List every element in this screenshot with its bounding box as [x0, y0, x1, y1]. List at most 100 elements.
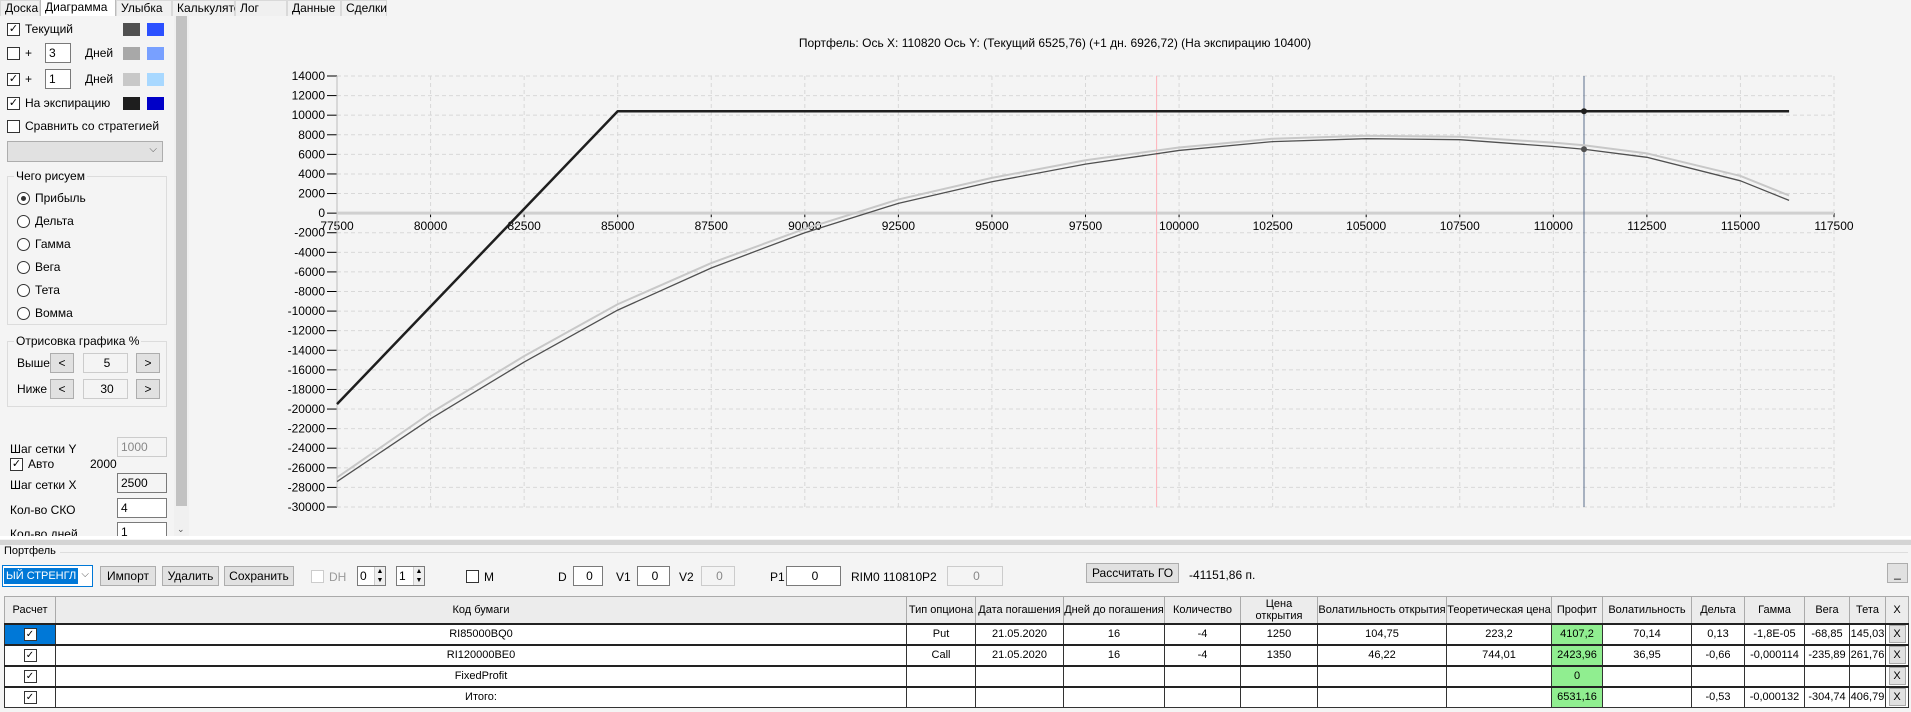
- tab-diagram[interactable]: Диаграмма: [40, 0, 116, 16]
- delete-button[interactable]: Удалить: [162, 566, 219, 586]
- column-header[interactable]: Тета: [1849, 596, 1886, 624]
- calc-cell[interactable]: ✓: [4, 685, 56, 708]
- column-header[interactable]: Волатильность: [1602, 596, 1692, 624]
- remove-row-button[interactable]: X: [1888, 646, 1906, 664]
- grid-y-input[interactable]: 1000: [117, 437, 167, 457]
- below-value[interactable]: 30: [83, 379, 128, 399]
- plus1-color-swatch-2[interactable]: [147, 73, 164, 86]
- calc-checkbox[interactable]: ✓: [23, 669, 37, 683]
- above-increase-button[interactable]: >: [136, 353, 160, 373]
- column-header[interactable]: Расчет: [4, 596, 56, 624]
- radio-1[interactable]: [17, 215, 30, 228]
- spinner-2-value: 1: [399, 569, 406, 583]
- x-tick-label: 100000: [1159, 219, 1199, 233]
- left-panel-scrollbar[interactable]: ⌄: [174, 16, 189, 536]
- radio-2[interactable]: [17, 238, 30, 251]
- d-input[interactable]: 0: [573, 566, 603, 586]
- spinner-1[interactable]: 0 ▲ ▼: [357, 566, 386, 586]
- above-decrease-button[interactable]: <: [50, 353, 74, 373]
- save-button[interactable]: Сохранить: [224, 566, 294, 586]
- calc-checkbox[interactable]: ✓: [23, 627, 37, 641]
- expiration-color-swatch[interactable]: [123, 97, 140, 110]
- above-value[interactable]: 5: [83, 353, 128, 373]
- minimize-button[interactable]: _: [1887, 563, 1908, 583]
- tab-data[interactable]: Данные: [287, 0, 341, 16]
- table-cell: RI85000BQ0: [55, 622, 907, 645]
- remove-cell[interactable]: X: [1885, 622, 1909, 645]
- splitter[interactable]: [0, 536, 1911, 539]
- calc-cell[interactable]: ✓: [4, 643, 56, 666]
- expiration-checkbox[interactable]: ✓: [7, 97, 20, 110]
- table-cell: [1446, 685, 1552, 708]
- dh-checkbox[interactable]: [311, 570, 324, 583]
- auto-checkbox[interactable]: ✓: [10, 458, 23, 471]
- plus1-color-swatch[interactable]: [123, 73, 140, 86]
- grid-x-input[interactable]: 2500: [117, 473, 167, 493]
- table-row[interactable]: ✓ Итого: 6531,16 -0,53 -0,000132 -304,74 406,7…: [4, 685, 1909, 708]
- strategy-select[interactable]: ЫЙ СТРЕНГЛ ⌵: [2, 565, 93, 587]
- v2-input[interactable]: 0: [701, 566, 735, 586]
- column-header[interactable]: Волатильность открытия: [1317, 596, 1447, 624]
- sko-input[interactable]: 4: [117, 498, 167, 518]
- m-checkbox[interactable]: [466, 570, 479, 583]
- current-color-swatch[interactable]: [123, 23, 140, 36]
- spinner-arrows-icon[interactable]: ▲ ▼: [413, 567, 424, 585]
- column-header[interactable]: X: [1885, 596, 1909, 624]
- splitter-bar[interactable]: [0, 540, 1911, 545]
- column-header[interactable]: Вега: [1804, 596, 1850, 624]
- expiration-color-swatch-2[interactable]: [147, 97, 164, 110]
- remove-cell[interactable]: X: [1885, 664, 1909, 687]
- remove-row-button[interactable]: X: [1888, 625, 1906, 643]
- p1-input[interactable]: 0: [786, 566, 841, 586]
- column-header[interactable]: Цена открытия: [1240, 596, 1318, 624]
- v1-input[interactable]: 0: [637, 566, 670, 586]
- table-row[interactable]: ✓ FixedProfit 0 X: [4, 664, 1909, 687]
- scroll-down-icon[interactable]: ⌄: [177, 524, 185, 535]
- column-header[interactable]: Дельта: [1691, 596, 1745, 624]
- radio-4[interactable]: [17, 284, 30, 297]
- column-header[interactable]: Дата погашения: [975, 596, 1064, 624]
- strategy-compare-dropdown[interactable]: ⌵: [7, 141, 163, 162]
- scrollbar-thumb[interactable]: [176, 16, 187, 506]
- plus1-days-input[interactable]: 1: [45, 69, 71, 89]
- remove-cell[interactable]: X: [1885, 643, 1909, 666]
- column-header[interactable]: Количество: [1164, 596, 1241, 624]
- calc-cell[interactable]: ✓: [4, 664, 56, 687]
- calc-checkbox[interactable]: ✓: [23, 690, 37, 704]
- below-increase-button[interactable]: >: [136, 379, 160, 399]
- current-checkbox[interactable]: ✓: [7, 23, 20, 36]
- current-color-swatch-2[interactable]: [147, 23, 164, 36]
- spinner-2[interactable]: 1 ▲ ▼: [396, 566, 425, 586]
- column-header[interactable]: Дней до погашения: [1063, 596, 1165, 624]
- remove-row-button[interactable]: X: [1888, 688, 1906, 707]
- column-header[interactable]: Гамма: [1744, 596, 1805, 624]
- radio-5[interactable]: [17, 307, 30, 320]
- column-header[interactable]: Тип опциона: [906, 596, 976, 624]
- column-header[interactable]: Код бумаги: [55, 596, 907, 624]
- tab-smile[interactable]: Улыбка: [116, 0, 172, 16]
- spinner-arrows-icon[interactable]: ▲ ▼: [374, 567, 385, 585]
- plus1-checkbox[interactable]: ✓: [7, 73, 20, 86]
- payoff-chart[interactable]: 77500 80000 82500 85000 87500 90000 92500 95000…: [190, 60, 1911, 530]
- import-button[interactable]: Импорт: [100, 566, 156, 586]
- below-decrease-button[interactable]: <: [50, 379, 74, 399]
- compare-checkbox[interactable]: [7, 120, 20, 133]
- remove-cell[interactable]: X: [1885, 685, 1909, 708]
- column-header[interactable]: Профит: [1551, 596, 1603, 624]
- tab-deals[interactable]: Сделки: [341, 0, 387, 16]
- radio-0[interactable]: [17, 192, 30, 205]
- radio-3[interactable]: [17, 261, 30, 274]
- tab-calculator[interactable]: Калькулятор: [172, 0, 247, 16]
- remove-row-button[interactable]: X: [1888, 667, 1906, 685]
- column-header[interactable]: Теоретическая цена: [1446, 596, 1552, 624]
- table-cell: 16: [1063, 622, 1165, 645]
- tab-board[interactable]: Доска: [0, 0, 40, 16]
- days-count-input[interactable]: 1: [117, 522, 167, 536]
- calc-cell[interactable]: ✓: [4, 622, 56, 645]
- calc-checkbox[interactable]: ✓: [23, 648, 37, 662]
- table-row[interactable]: ✓ RI85000BQ0 Put 21.05.2020 16 -4 1250 104,75 22…: [4, 622, 1909, 645]
- calculate-go-button[interactable]: Рассчитать ГО: [1086, 563, 1179, 583]
- table-row[interactable]: ✓ RI120000BE0 Call 21.05.2020 16 -4 1350 46,22 7…: [4, 643, 1909, 666]
- p2-input[interactable]: 0: [947, 566, 1003, 586]
- tab-log[interactable]: Лог: [235, 0, 287, 16]
